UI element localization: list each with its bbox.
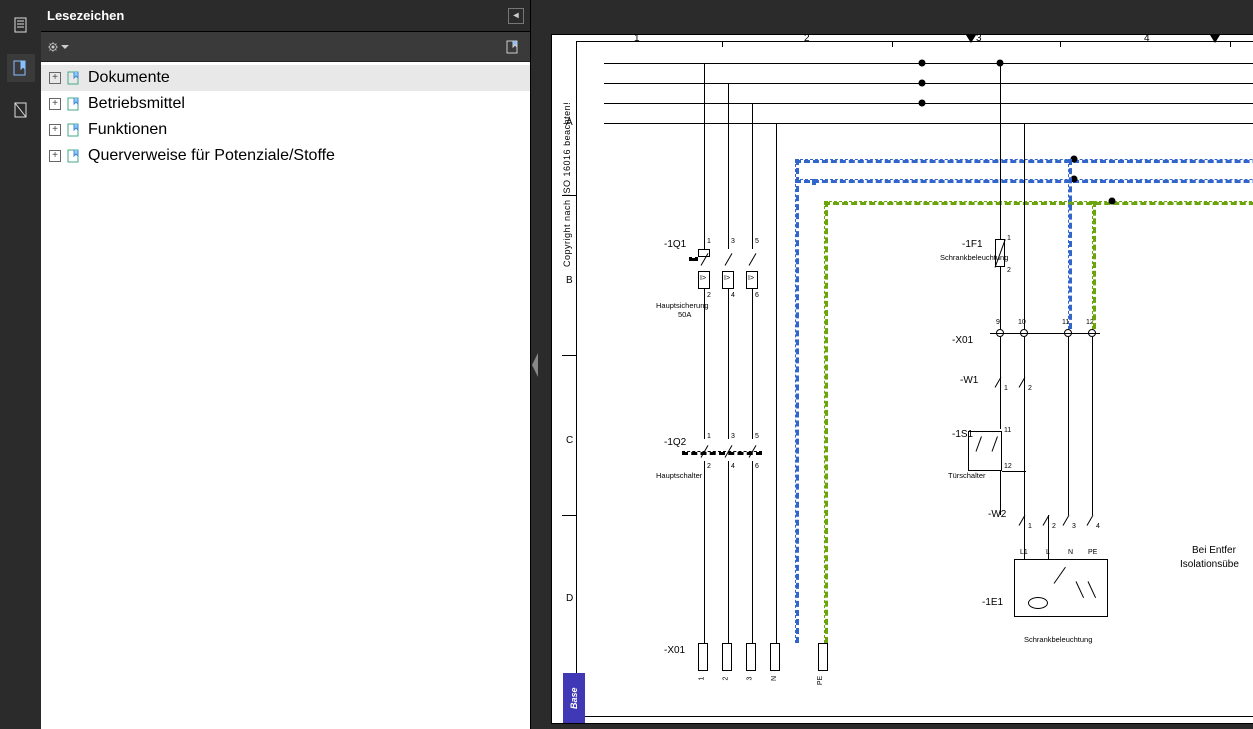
bookmark-icon [65,69,83,87]
tree-item-betriebsmittel[interactable]: + Betriebsmittel [41,91,530,117]
tree-item-label: Funktionen [88,121,167,139]
e1-tag: -1E1 [982,597,1003,608]
bookmark-icon [65,95,83,113]
w1-tag: -W1 [960,375,978,386]
w2-tag: -W2 [988,509,1006,520]
row-label: D [566,593,573,604]
e1-desc: Schrankbeleuchtung [1024,635,1092,644]
tree-item-funktionen[interactable]: + Funktionen [41,117,530,143]
q1-desc: Hauptsicherung [656,301,709,310]
side-note-2: Isolationsübe [1180,559,1239,570]
bookmark-options-button[interactable] [47,36,69,58]
drawing-viewport[interactable]: 1 2 3 4 A B C D Copyright nach ISO 16016… [539,0,1253,729]
triangle-marker-icon [966,35,976,43]
rail-thumbnails-button[interactable] [7,12,35,40]
copyright-note: Copyright nach ISO 16016 beachten! [562,47,574,267]
f1-tag: -1F1 [962,239,983,250]
row-label: C [566,435,573,446]
row-label: B [566,275,573,286]
x01a-tag: -X01 [664,645,685,656]
tree-item-label: Betriebsmittel [88,95,185,113]
triangle-marker-icon [1210,35,1220,43]
q1-tag: -1Q1 [664,239,686,250]
drawing-sheet: 1 2 3 4 A B C D Copyright nach ISO 16016… [551,34,1253,724]
panel-toolbar [41,32,530,62]
side-note-1: Bei Entfer [1192,545,1236,556]
left-icon-rail [0,0,41,729]
panel-resize-gutter[interactable] [531,0,539,729]
bookmark-icon [65,147,83,165]
tree-item-querverweise[interactable]: + Querverweise für Potenziale/Stoffe [41,143,530,169]
panel-collapse-button[interactable] [508,8,524,24]
col-label: 2 [804,34,810,44]
bookmark-panel: Lesezeichen + Dokumente + Betriebsmittel… [41,0,531,729]
bookmark-tree: + Dokumente + Betriebsmittel + Funktione… [41,62,530,729]
x01b-tag: -X01 [952,335,973,346]
rail-attachments-button[interactable] [7,96,35,124]
col-label: 4 [1144,34,1150,44]
tree-item-dokumente[interactable]: + Dokumente [41,65,530,91]
q2-desc: Hauptschalter [656,471,702,480]
f1-desc: Schrankbeleuchtung [940,253,1008,262]
col-label: 1 [634,34,640,44]
bookmark-goto-button[interactable] [502,36,524,58]
expand-icon[interactable]: + [49,72,61,84]
bookmark-icon [65,121,83,139]
column-header-row: 1 2 3 4 [576,35,1253,47]
q1-desc2: 50A [678,310,691,319]
panel-header: Lesezeichen [41,0,530,32]
expand-icon[interactable]: + [49,150,61,162]
s1-desc: Türschalter [948,471,986,480]
expand-icon[interactable]: + [49,98,61,110]
q2-tag: -1Q2 [664,437,686,448]
tree-item-label: Querverweise für Potenziale/Stoffe [88,147,335,165]
col-label: 3 [976,34,982,44]
tree-item-label: Dokumente [88,69,170,87]
base-tag: Base [563,673,585,723]
expand-icon[interactable]: + [49,124,61,136]
rail-bookmarks-button[interactable] [7,54,35,82]
panel-title: Lesezeichen [47,8,124,23]
